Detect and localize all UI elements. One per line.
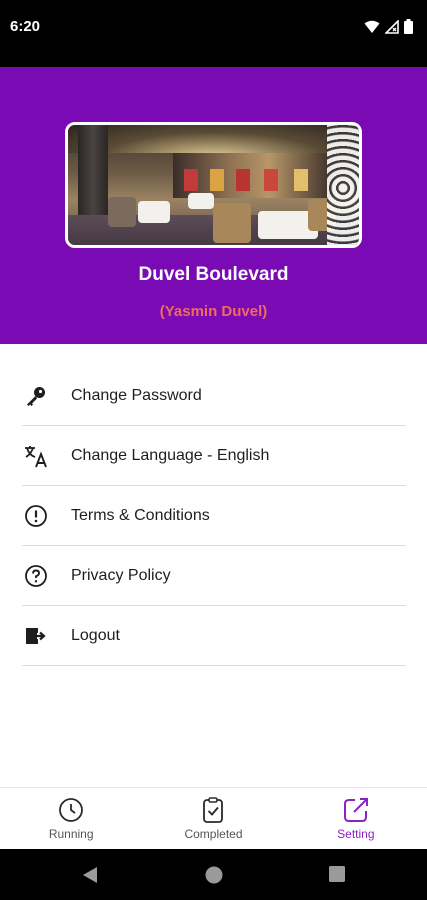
battery-icon (404, 19, 413, 34)
recents-icon[interactable] (329, 866, 345, 882)
menu-item-terms[interactable]: Terms & Conditions (22, 486, 406, 546)
restaurant-name: Duvel Boulevard (138, 264, 289, 285)
tab-setting[interactable]: Setting (285, 788, 427, 850)
restaurant-image (65, 122, 362, 248)
status-bar: 6:20 (0, 0, 427, 67)
signal-icon (385, 19, 399, 34)
menu-item-privacy-policy[interactable]: Privacy Policy (22, 546, 406, 606)
translate-icon (22, 442, 50, 470)
tab-label: Completed (184, 827, 243, 841)
logout-icon (22, 622, 50, 650)
share-edit-icon (343, 798, 368, 822)
bottom-nav: Running Completed Setting (0, 787, 427, 850)
settings-menu: Change Password Change Language - Englis… (22, 366, 406, 666)
menu-item-change-password[interactable]: Change Password (22, 366, 406, 426)
back-icon[interactable] (82, 866, 98, 884)
wifi-icon (364, 20, 380, 33)
menu-item-change-language[interactable]: Change Language - English (22, 426, 406, 486)
clock-icon (59, 798, 84, 822)
status-time: 6:20 (10, 18, 41, 35)
menu-item-label: Change Password (71, 386, 202, 404)
system-nav-bar (0, 849, 427, 900)
clipboard-check-icon (203, 797, 224, 823)
menu-item-label: Change Language - English (71, 446, 270, 464)
menu-item-label: Privacy Policy (71, 566, 171, 584)
owner-name: (Yasmin Duvel) (159, 303, 268, 320)
menu-item-label: Terms & Conditions (71, 506, 210, 524)
home-icon[interactable] (205, 866, 223, 884)
tab-label: Running (48, 827, 94, 841)
info-circle-icon (22, 502, 50, 530)
status-icons (364, 19, 413, 34)
profile-header: Duvel Boulevard (Yasmin Duvel) (0, 67, 427, 344)
tab-label: Setting (337, 827, 375, 841)
menu-item-label: Logout (71, 626, 120, 644)
menu-item-logout[interactable]: Logout (22, 606, 406, 666)
tab-running[interactable]: Running (0, 788, 142, 850)
help-circle-icon (22, 562, 50, 590)
tab-completed[interactable]: Completed (142, 788, 284, 850)
key-icon (22, 382, 50, 410)
